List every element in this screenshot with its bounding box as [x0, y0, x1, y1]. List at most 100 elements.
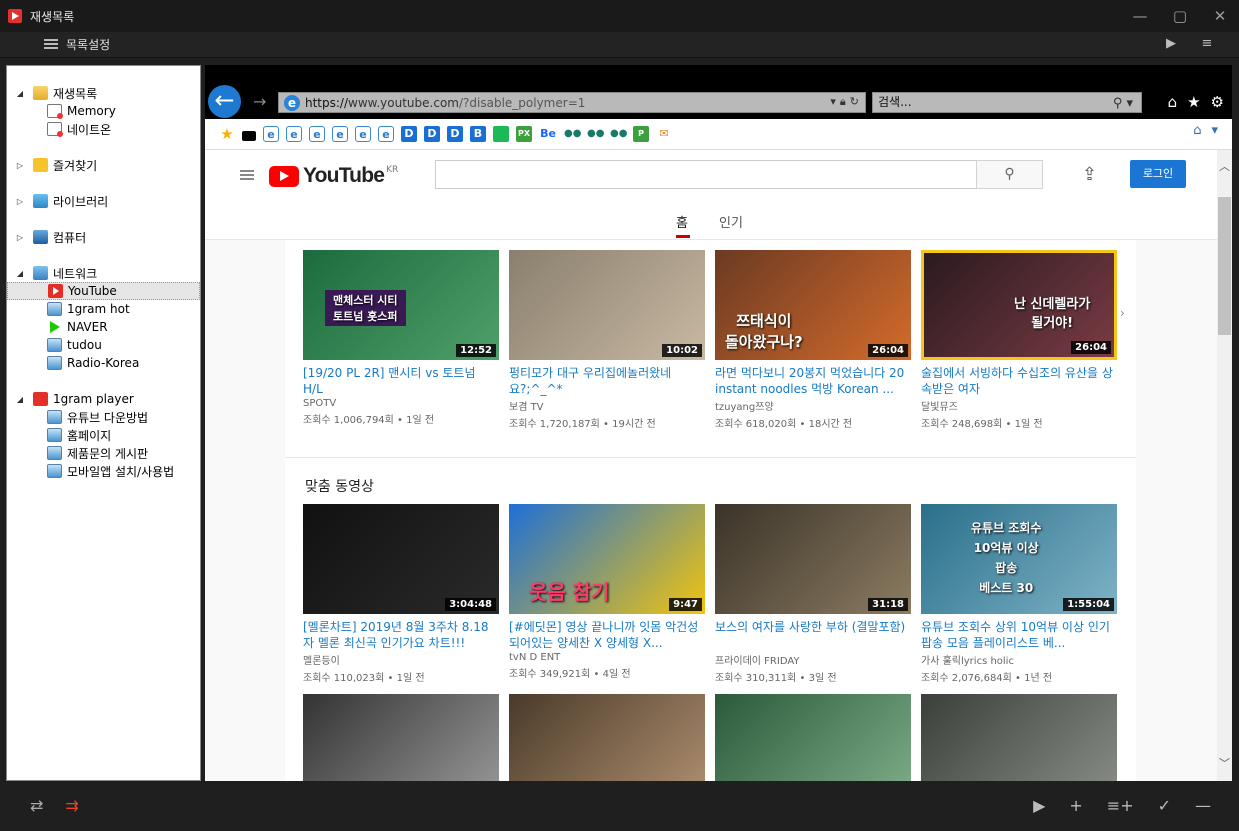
tree-item[interactable]: 1gram hot — [7, 300, 200, 318]
tree-item[interactable]: ▷ 라이브러리 — [7, 192, 200, 210]
video-thumbnail[interactable]: 10:02 — [509, 250, 705, 360]
youtube-logo[interactable]: YouTube KR — [269, 164, 398, 188]
video-title-link[interactable]: 술집에서 서빙하다 수십조의 유산을 상속받은 여자 — [921, 365, 1117, 397]
tree-item[interactable]: 홈페이지 — [7, 426, 200, 444]
settings-gear-icon[interactable]: ⚙ — [1211, 93, 1224, 111]
tree-item[interactable]: 유튜브 다운방법 — [7, 408, 200, 426]
login-button[interactable]: 로그인 — [1130, 160, 1186, 188]
bookmark-icon[interactable]: e — [309, 126, 325, 142]
collapsed-arrow-icon[interactable]: ▷ — [15, 233, 25, 242]
bookmark-icon[interactable]: D — [424, 126, 440, 142]
check-icon[interactable]: ✓ — [1158, 796, 1171, 815]
tree-item[interactable]: ▷ 컴퓨터 — [7, 228, 200, 246]
scroll-up-icon[interactable]: ︿ — [1219, 158, 1230, 174]
channel-name[interactable]: 보겸 TV — [509, 398, 705, 413]
playlist-tree[interactable]: ◢ 재생목록 Memory 네이트온 ▷ 즐겨찾기 ▷ 라이브러리 ▷ 컴퓨터 ◢ 네트워크 YouTu… — [6, 65, 201, 781]
video-title-link[interactable]: 라면 먹다보니 20봉지 먹었습니다 20 instant noodles 먹방… — [715, 365, 911, 397]
bookmark-icon[interactable]: ✉ — [656, 126, 672, 142]
youtube-search-button[interactable]: ⚲ — [976, 160, 1043, 189]
favorites-add-icon[interactable]: ★ — [219, 126, 235, 142]
bookmark-icon[interactable]: B — [470, 126, 486, 142]
tree-item[interactable]: ▷ 즐겨찾기 — [7, 156, 200, 174]
remove-icon[interactable]: — — [1195, 796, 1211, 815]
video-card[interactable]: 쯔태식이 돌아왔구나? 26:04 라면 먹다보니 20봉지 먹었습니다 20 in… — [715, 250, 911, 430]
video-thumbnail[interactable] — [303, 694, 499, 781]
bookmark-icon[interactable]: ●● — [564, 126, 581, 142]
back-button[interactable]: ← — [208, 85, 241, 118]
channel-name[interactable]: 멜론등이 — [303, 652, 499, 667]
video-thumbnail[interactable]: 맨체스터 시티 토트넘 홋스퍼 12:52 — [303, 250, 499, 360]
bookmark-icon[interactable] — [493, 126, 509, 142]
bookmark-icon[interactable]: e — [263, 126, 279, 142]
dropdown-icon[interactable]: ▾ — [830, 95, 836, 109]
tree-item[interactable]: 네이트온 — [7, 120, 200, 138]
chevron-right-icon[interactable]: › — [1120, 306, 1125, 320]
channel-name[interactable]: 달빛뮤즈 — [921, 398, 1117, 413]
minimize-icon[interactable]: — — [1131, 7, 1149, 25]
play-icon[interactable]: ▶ — [1033, 796, 1045, 815]
video-title-link[interactable]: 펑티모가 대구 우리집에놀러왔네요?;^_^* — [509, 365, 705, 397]
bookmark-icon[interactable]: ●● — [610, 126, 627, 142]
video-thumbnail[interactable]: 쯔태식이 돌아왔구나? 26:04 — [715, 250, 911, 360]
search-icon[interactable]: ⚲ ▾ — [1113, 94, 1133, 113]
bookmark-icon[interactable]: D — [447, 126, 463, 142]
video-title-link[interactable]: 보스의 여자를 사랑한 부하 (결말포함) — [715, 619, 911, 651]
channel-name[interactable]: 가사 훌릭lyrics holic — [921, 652, 1117, 667]
bookmark-icon[interactable]: e — [378, 126, 394, 142]
tab-home[interactable]: 홈 — [676, 212, 688, 231]
bookmark-icon[interactable]: P — [633, 126, 649, 142]
home-page-icon[interactable]: ⌂ — [1193, 123, 1201, 138]
add-list-icon[interactable]: ≡+ — [1107, 796, 1134, 815]
video-card[interactable]: 유튜브 조회수 10억뷰 이상 팝송 베스트 30 1:55:04 유튜브 조회수 … — [921, 504, 1117, 684]
bookmark-icon[interactable]: e — [332, 126, 348, 142]
video-card[interactable]: 3:04:48 [멜론차트] 2019년 8월 3주차 8.18자 멜론 최신곡 … — [303, 504, 499, 684]
video-thumbnail[interactable] — [509, 694, 705, 781]
video-card[interactable]: 31:18 보스의 여자를 사랑한 부하 (결말포함) 프라이데이 FRIDAY 조회… — [715, 504, 911, 684]
bookmark-icon[interactable]: Be — [539, 126, 557, 142]
folder-open-icon[interactable]: ▶ — [1163, 36, 1179, 52]
video-card[interactable]: 10:02 펑티모가 대구 우리집에놀러왔네요?;^_^* 보겸 TV 조회수 1,7… — [509, 250, 705, 430]
collapsed-arrow-icon[interactable]: ▷ — [15, 197, 25, 206]
repeat-icon[interactable]: ⇄ — [30, 796, 43, 815]
maximize-icon[interactable]: ▢ — [1171, 7, 1189, 25]
tab-trending[interactable]: 인기 — [719, 212, 743, 231]
video-thumbnail[interactable]: 3:04:48 — [303, 504, 499, 614]
collapsed-arrow-icon[interactable]: ▷ — [15, 161, 25, 170]
upload-icon[interactable]: ⇪ — [1082, 164, 1097, 185]
channel-name[interactable]: tzuyang쯔양 — [715, 398, 911, 413]
expanded-arrow-icon[interactable]: ◢ — [15, 269, 25, 278]
tree-item[interactable]: Radio-Korea — [7, 354, 200, 372]
video-thumbnail[interactable]: 웃음 참기 9:47 — [509, 504, 705, 614]
expanded-arrow-icon[interactable]: ◢ — [15, 89, 25, 98]
bookmark-icon[interactable]: D — [401, 126, 417, 142]
channel-name[interactable]: tvN D ENT — [509, 652, 705, 663]
video-thumbnail[interactable] — [921, 694, 1117, 781]
tree-item[interactable]: ◢ 네트워크 — [7, 264, 200, 282]
channel-name[interactable]: SPOTV — [303, 398, 499, 409]
dropdown-icon[interactable]: ▾ — [1211, 123, 1218, 138]
shuffle-icon[interactable]: ⇉ — [65, 796, 78, 815]
search-box[interactable]: 검색... ⚲ ▾ — [872, 92, 1142, 113]
expanded-arrow-icon[interactable]: ◢ — [15, 395, 25, 404]
scroll-down-icon[interactable]: ﹀ — [1219, 755, 1230, 771]
video-card[interactable]: 난 신데렐라가 될거야! 26:04 술집에서 서빙하다 수십조의 유산을 상속받은… — [921, 250, 1117, 430]
video-card[interactable]: 웃음 참기 9:47 [#에딧몬] 영상 끝나니까 잇몸 악건성 되어있는 양세찬 … — [509, 504, 705, 680]
video-thumbnail[interactable] — [715, 694, 911, 781]
close-icon[interactable]: ✕ — [1211, 7, 1229, 25]
youtube-search-input[interactable] — [435, 160, 977, 189]
video-title-link[interactable]: [#에딧몬] 영상 끝나니까 잇몸 악건성 되어있는 양세찬 X 양세형 X..… — [509, 619, 705, 651]
bookmark-icon[interactable] — [242, 131, 256, 141]
forward-button[interactable]: → — [253, 92, 266, 111]
tree-item[interactable]: YouTube — [7, 282, 200, 300]
bookmark-icon[interactable]: e — [286, 126, 302, 142]
scrollbar-thumb[interactable] — [1218, 197, 1231, 335]
favorites-star-icon[interactable]: ★ — [1187, 93, 1200, 111]
video-thumbnail[interactable]: 난 신데렐라가 될거야! 26:04 — [921, 250, 1117, 360]
tree-item[interactable]: tudou — [7, 336, 200, 354]
video-thumbnail[interactable]: 31:18 — [715, 504, 911, 614]
tree-item[interactable]: NAVER — [7, 318, 200, 336]
address-bar[interactable]: e https://www.youtube.com/?disable_polym… — [278, 92, 866, 113]
video-title-link[interactable]: [멜론차트] 2019년 8월 3주차 8.18자 멜론 최신곡 인기가요 차트… — [303, 619, 499, 651]
list-settings-button[interactable]: 목록설정 — [44, 36, 110, 53]
tree-item[interactable]: 제품문의 게시판 — [7, 444, 200, 462]
